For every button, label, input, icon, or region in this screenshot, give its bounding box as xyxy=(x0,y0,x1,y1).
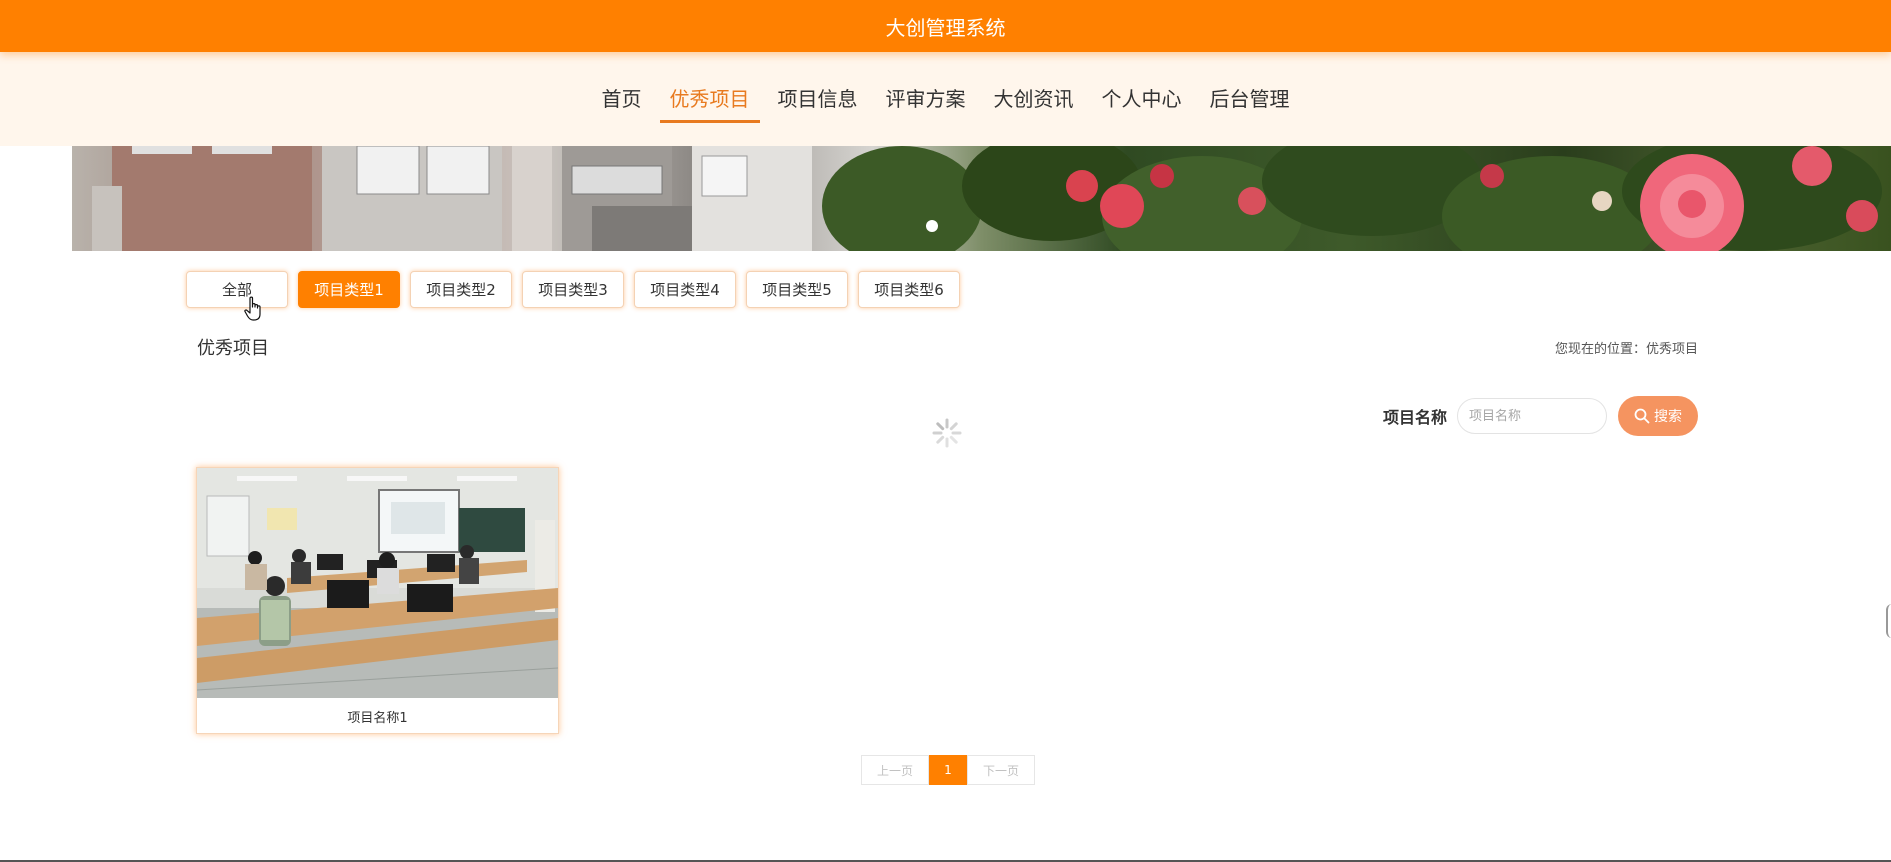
pagination: 上一页 1 下一页 xyxy=(861,755,1035,785)
filter-type-3[interactable]: 项目类型3 xyxy=(522,271,624,308)
nav-item-project-info[interactable]: 项目信息 xyxy=(768,83,868,123)
app-title: 大创管理系统 xyxy=(885,15,1006,40)
nav-item-admin[interactable]: 后台管理 xyxy=(1200,83,1300,123)
filter-type-2[interactable]: 项目类型2 xyxy=(410,271,512,308)
nav-item-news[interactable]: 大创资讯 xyxy=(984,83,1084,123)
nav-item-personal-center[interactable]: 个人中心 xyxy=(1092,83,1192,123)
nav-item-home[interactable]: 首页 xyxy=(592,83,652,123)
filter-type-6[interactable]: 项目类型6 xyxy=(858,271,960,308)
project-type-filter: 全部 项目类型1 项目类型2 项目类型3 项目类型4 项目类型5 项目类型6 xyxy=(186,271,960,308)
carousel-indicator-dot[interactable] xyxy=(926,220,938,232)
main-nav: 首页 优秀项目 项目信息 评审方案 大创资讯 个人中心 后台管理 xyxy=(0,52,1891,146)
project-card-image xyxy=(197,468,558,698)
nav-item-review-plan[interactable]: 评审方案 xyxy=(876,83,976,123)
filter-type-4[interactable]: 项目类型4 xyxy=(634,271,736,308)
project-card-title[interactable]: 项目名称1 xyxy=(197,698,558,734)
search-button-label: 搜索 xyxy=(1654,409,1682,425)
search-label: 项目名称 xyxy=(1382,408,1447,427)
nav-list: 首页 优秀项目 项目信息 评审方案 大创资讯 个人中心 后台管理 xyxy=(588,79,1304,123)
project-name-search-input[interactable] xyxy=(1457,398,1607,434)
search-bar: 项目名称 搜索 xyxy=(1383,396,1698,436)
filter-all[interactable]: 全部 xyxy=(186,271,288,308)
scroll-edge-indicator xyxy=(1886,604,1891,638)
filter-type-1[interactable]: 项目类型1 xyxy=(298,271,400,308)
banner-carousel[interactable] xyxy=(72,146,1891,251)
loading-spinner-icon xyxy=(932,418,962,448)
nav-item-excellent-projects[interactable]: 优秀项目 xyxy=(659,83,760,123)
page-number-button[interactable]: 1 xyxy=(929,755,967,785)
next-page-button[interactable]: 下一页 xyxy=(967,755,1035,785)
breadcrumb: 您现在的位置：优秀项目 xyxy=(1554,342,1698,357)
filter-type-5[interactable]: 项目类型5 xyxy=(746,271,848,308)
project-card[interactable]: 项目名称1 xyxy=(196,467,559,734)
hand-pointer-icon xyxy=(244,296,261,321)
app-title-bar: 大创管理系统 xyxy=(0,0,1891,52)
prev-page-button[interactable]: 上一页 xyxy=(861,755,929,785)
section-title: 优秀项目 xyxy=(197,338,269,359)
banner-image xyxy=(92,146,1882,251)
search-icon xyxy=(1634,408,1650,424)
search-button[interactable]: 搜索 xyxy=(1618,396,1698,436)
